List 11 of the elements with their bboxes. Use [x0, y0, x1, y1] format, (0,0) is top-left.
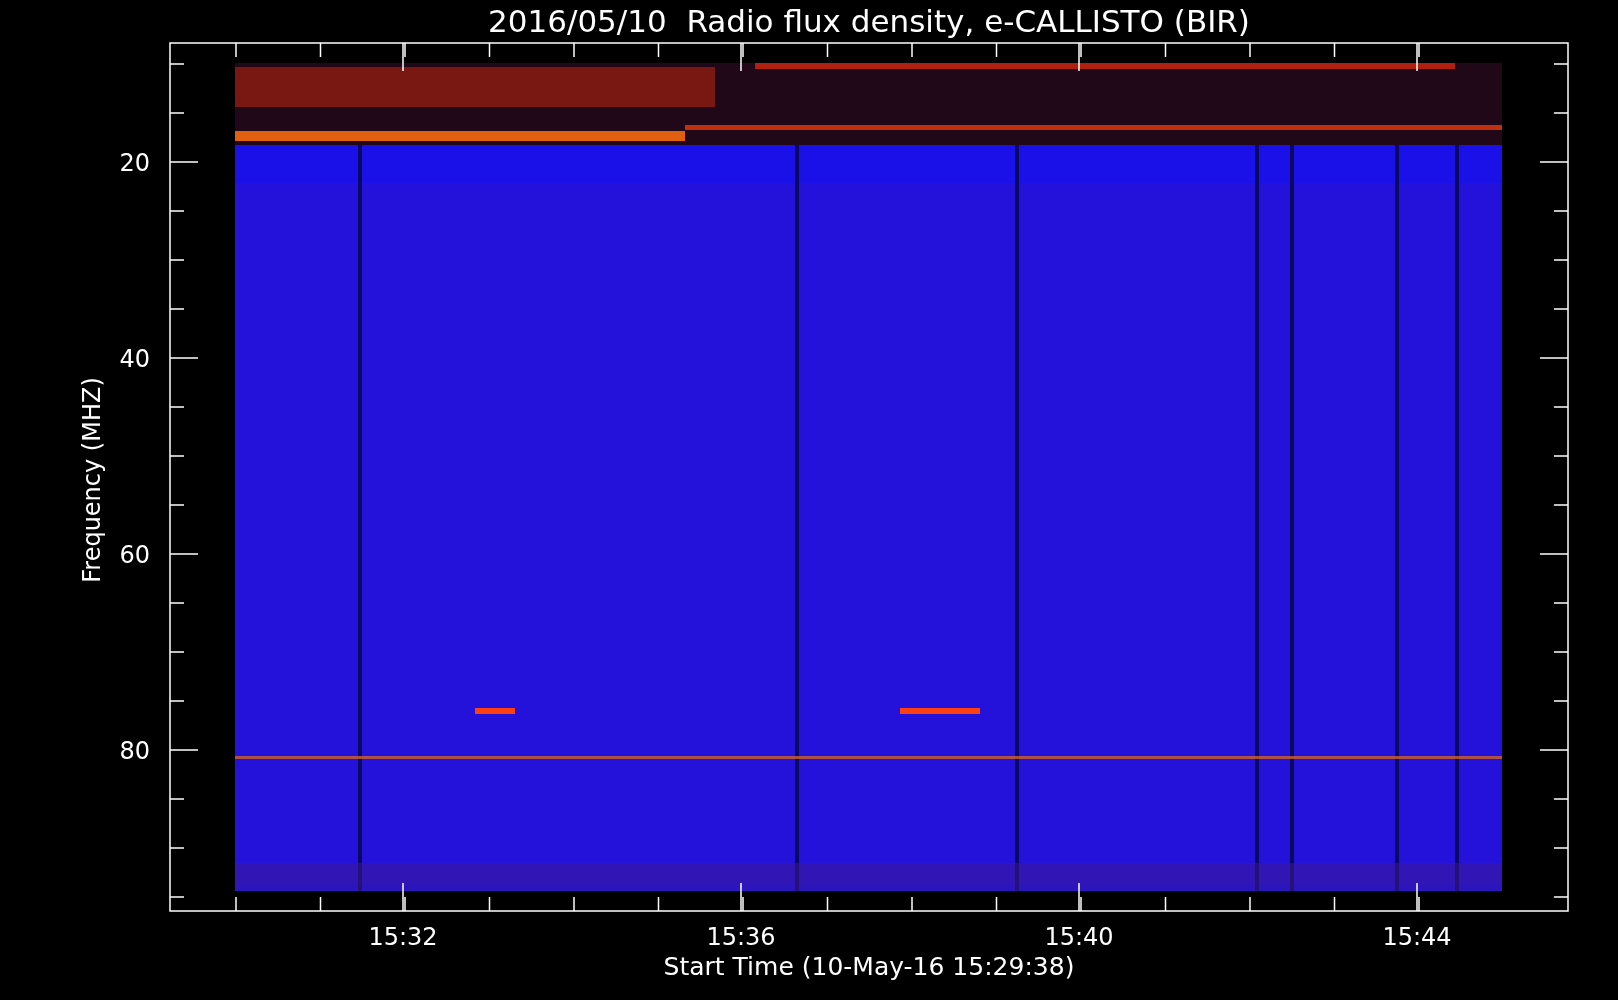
tick-label: 20 — [119, 149, 150, 177]
axis-label: Start Time (10-May-16 15:29:38) — [663, 952, 1075, 981]
tick-label: 15:36 — [706, 923, 776, 951]
tick-label: 80 — [119, 737, 150, 765]
tick-label: 40 — [119, 345, 150, 373]
chart-title: 2016/05/10 Radio flux density, e-CALLISTO (BIR) — [488, 3, 1250, 39]
tick-label: 15:40 — [1044, 923, 1114, 951]
tick-label: 60 — [119, 541, 150, 569]
tick-label: 15:32 — [368, 923, 438, 951]
axis-label: Frequency (MHZ) — [78, 377, 106, 583]
tick-label: 15:44 — [1382, 923, 1452, 951]
